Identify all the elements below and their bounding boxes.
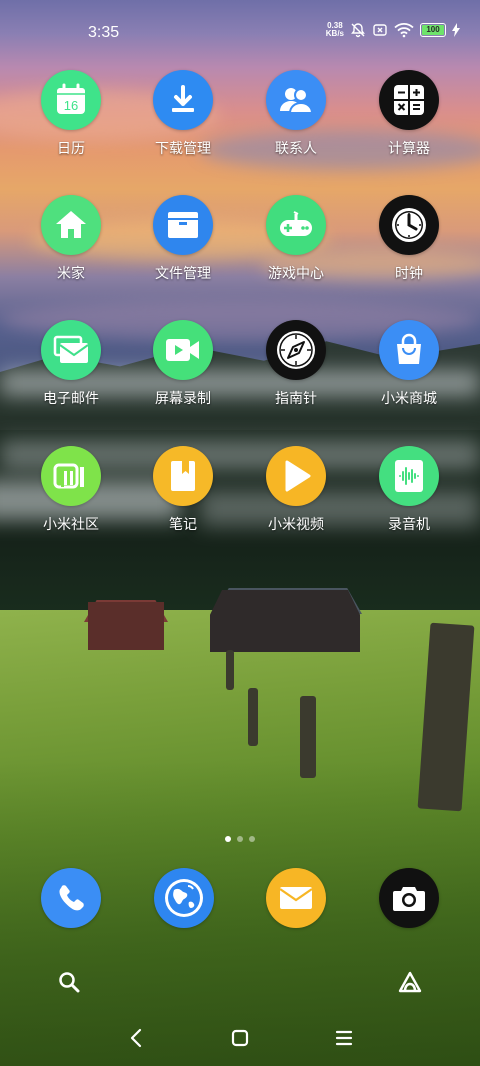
app-mijia[interactable]: 米家 bbox=[16, 195, 126, 295]
silent-bell-icon bbox=[350, 22, 366, 38]
app-mi-video[interactable]: 小米视频 bbox=[241, 446, 351, 546]
status-icons: 0.38 KB/s 100 bbox=[326, 22, 460, 38]
no-sim-icon bbox=[372, 22, 388, 38]
app-contacts[interactable]: 联系人 bbox=[241, 70, 351, 170]
status-bar: 3:35 0.38 KB/s 100 bbox=[0, 0, 480, 66]
calculator-icon bbox=[379, 70, 439, 130]
home-button[interactable] bbox=[228, 1028, 252, 1052]
page-dot-active bbox=[225, 836, 231, 842]
app-compass[interactable]: 指南针 bbox=[241, 320, 351, 420]
calendar-date: 16 bbox=[64, 98, 78, 113]
app-label: 下载管理 bbox=[155, 141, 211, 157]
app-label: 联系人 bbox=[275, 141, 317, 157]
app-label: 文件管理 bbox=[155, 266, 211, 282]
wifi-icon bbox=[394, 22, 414, 38]
app-label: 屏幕录制 bbox=[155, 391, 211, 407]
app-label: 米家 bbox=[57, 266, 85, 282]
gamepad-icon bbox=[266, 195, 326, 255]
app-label: 小米视频 bbox=[268, 517, 324, 533]
app-screen-recorder[interactable]: 屏幕录制 bbox=[128, 320, 238, 420]
dock-browser[interactable] bbox=[154, 868, 214, 928]
app-email[interactable]: 电子邮件 bbox=[16, 320, 126, 420]
app-calendar[interactable]: 16 日历 bbox=[16, 70, 126, 170]
app-vault-icon bbox=[397, 970, 423, 998]
network-speed: 0.38 KB/s bbox=[326, 22, 344, 38]
page-dot bbox=[249, 836, 255, 842]
app-game-center[interactable]: 游戏中心 bbox=[241, 195, 351, 295]
app-label: 时钟 bbox=[395, 266, 423, 282]
camera-icon bbox=[379, 868, 439, 928]
notes-icon bbox=[153, 446, 213, 506]
calendar-icon: 16 bbox=[41, 70, 101, 130]
page-indicator bbox=[0, 836, 480, 842]
video-play-icon bbox=[266, 446, 326, 506]
globe-icon bbox=[154, 868, 214, 928]
mi-community-icon: MI bbox=[41, 446, 101, 506]
phone-icon bbox=[41, 868, 101, 928]
compass-icon bbox=[266, 320, 326, 380]
download-icon bbox=[153, 70, 213, 130]
app-vault-button[interactable] bbox=[396, 970, 424, 998]
page-dot bbox=[237, 836, 243, 842]
dock-messages[interactable] bbox=[266, 868, 326, 928]
app-file-manager[interactable]: 文件管理 bbox=[128, 195, 238, 295]
dock-phone[interactable] bbox=[41, 868, 101, 928]
status-time: 3:35 bbox=[88, 24, 120, 41]
charging-bolt-icon bbox=[452, 23, 460, 37]
app-mi-community[interactable]: MI 小米社区 bbox=[16, 446, 126, 546]
envelope-icon bbox=[266, 868, 326, 928]
app-label: 游戏中心 bbox=[268, 266, 324, 282]
back-button[interactable] bbox=[124, 1028, 148, 1052]
back-chevron-icon bbox=[129, 1028, 143, 1052]
screen-record-icon bbox=[153, 320, 213, 380]
app-label: 录音机 bbox=[388, 517, 430, 533]
app-label: 小米社区 bbox=[43, 517, 99, 533]
app-calculator[interactable]: 计算器 bbox=[354, 70, 464, 170]
email-icon bbox=[41, 320, 101, 380]
app-mi-store[interactable]: 小米商城 bbox=[354, 320, 464, 420]
app-label: 指南针 bbox=[275, 391, 317, 407]
recents-button[interactable] bbox=[332, 1028, 356, 1052]
contacts-icon bbox=[266, 70, 326, 130]
folder-icon bbox=[153, 195, 213, 255]
search-button[interactable] bbox=[55, 970, 83, 998]
home-square-icon bbox=[231, 1029, 249, 1051]
app-download-manager[interactable]: 下载管理 bbox=[128, 70, 238, 170]
app-clock[interactable]: 时钟 bbox=[354, 195, 464, 295]
battery-level: 100 bbox=[426, 25, 440, 34]
app-notes[interactable]: 笔记 bbox=[128, 446, 238, 546]
app-label: 电子邮件 bbox=[43, 391, 99, 407]
battery-indicator: 100 bbox=[420, 23, 446, 37]
dock-camera[interactable] bbox=[379, 868, 439, 928]
shopping-bag-icon bbox=[379, 320, 439, 380]
mi-logo-text: MI bbox=[51, 459, 53, 460]
app-label: 日历 bbox=[57, 141, 85, 157]
recorder-icon bbox=[379, 446, 439, 506]
clock-icon bbox=[379, 195, 439, 255]
app-label: 小米商城 bbox=[381, 391, 437, 407]
app-label: 计算器 bbox=[388, 141, 430, 157]
menu-lines-icon bbox=[335, 1029, 353, 1051]
network-speed-unit: KB/s bbox=[325, 29, 344, 38]
search-icon bbox=[58, 971, 80, 997]
app-recorder[interactable]: 录音机 bbox=[354, 446, 464, 546]
home-icon bbox=[41, 195, 101, 255]
app-label: 笔记 bbox=[169, 517, 197, 533]
navigation-bar bbox=[0, 1020, 480, 1060]
